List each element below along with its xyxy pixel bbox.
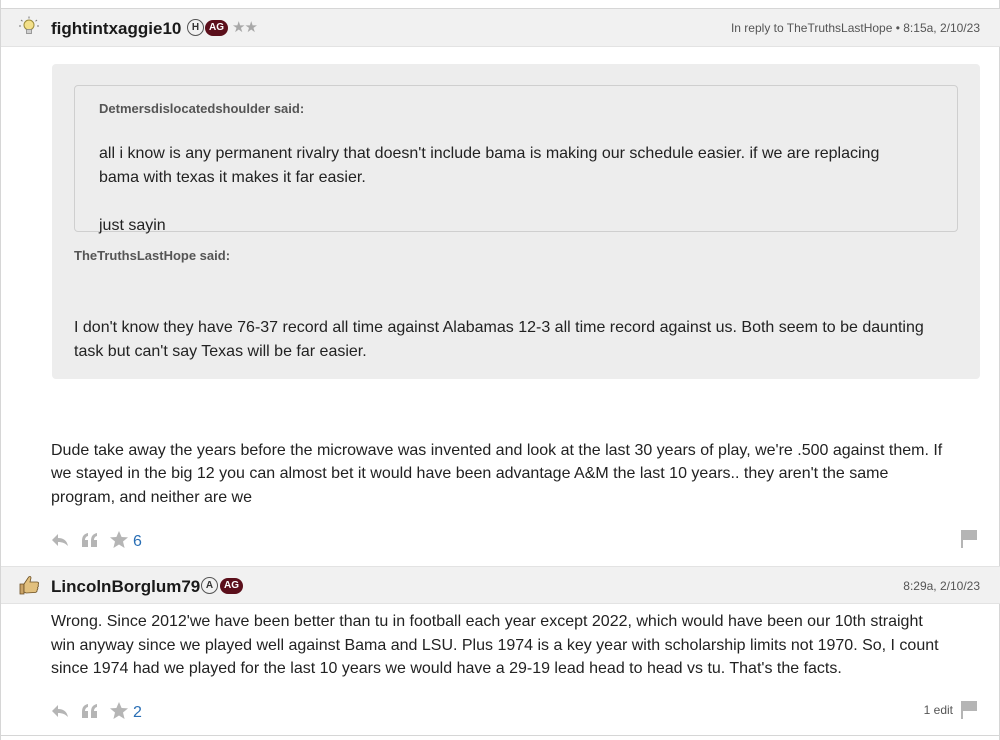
quote-author[interactable]: TheTruthsLastHope said: [74,248,230,263]
post-body-line: win anyway since we played well against … [51,637,939,654]
badge-h: H [187,19,204,36]
reply-icon[interactable] [51,532,69,548]
quote-text: I don't know they have 76-37 record all … [74,319,924,336]
username[interactable]: LincolnBorglum79 [51,577,200,597]
star-icon[interactable] [109,701,129,720]
badge-a: A [201,577,218,594]
star-icon[interactable] [109,530,129,549]
post-header: LincolnBorglum79 A AG 8:29a, 2/10/23 [1,566,1000,604]
post-body-line: Dude take away the years before the micr… [51,442,943,459]
flag-icon[interactable] [960,700,978,720]
post-meta[interactable]: 8:29a, 2/10/23 [903,579,980,593]
quote-text: just sayin [99,217,166,234]
badge-ag: AG [220,578,243,594]
forum-thread: fightintxaggie10 H AG ★★ In reply to The… [0,0,1000,740]
like-count[interactable]: 6 [133,533,142,551]
divider [1,735,1000,736]
quote-author[interactable]: Detmersdislocatedshoulder said: [99,101,304,116]
quote-text: bama with texas it makes it far easier. [99,169,366,186]
like-count[interactable]: 2 [133,704,142,722]
flag-icon[interactable] [960,529,978,549]
lightbulb-icon[interactable] [18,16,40,38]
thumbs-up-icon[interactable] [18,574,40,596]
reply-icon[interactable] [51,703,69,719]
post-actions: 2 [51,701,951,725]
star-rating: ★★ [232,19,258,36]
post-body-line: since 1974 had we played for the last 10… [51,660,842,677]
quote-icon[interactable] [81,532,99,548]
post-body-line: program, and neither are we [51,489,252,506]
post-actions: 6 [51,530,951,554]
edit-count[interactable]: 1 edit [924,703,953,717]
quote-icon[interactable] [81,703,99,719]
badge-ag: AG [205,20,228,36]
post-body-line: Wrong. Since 2012'we have been better th… [51,613,923,630]
quote-text: task but can't say Texas will be far eas… [74,343,367,360]
post-meta[interactable]: In reply to TheTruthsLastHope • 8:15a, 2… [731,21,980,35]
post-body-line: we stayed in the big 12 you can almost b… [51,465,889,482]
nested-quote-block: Detmersdislocatedshoulder said: all i kn… [74,85,958,234]
username[interactable]: fightintxaggie10 [51,19,181,39]
quote-block: Detmersdislocatedshoulder said: all i kn… [52,64,980,379]
quote-text: all i know is any permanent rivalry that… [99,145,880,162]
post-header: fightintxaggie10 H AG ★★ In reply to The… [1,9,1000,47]
